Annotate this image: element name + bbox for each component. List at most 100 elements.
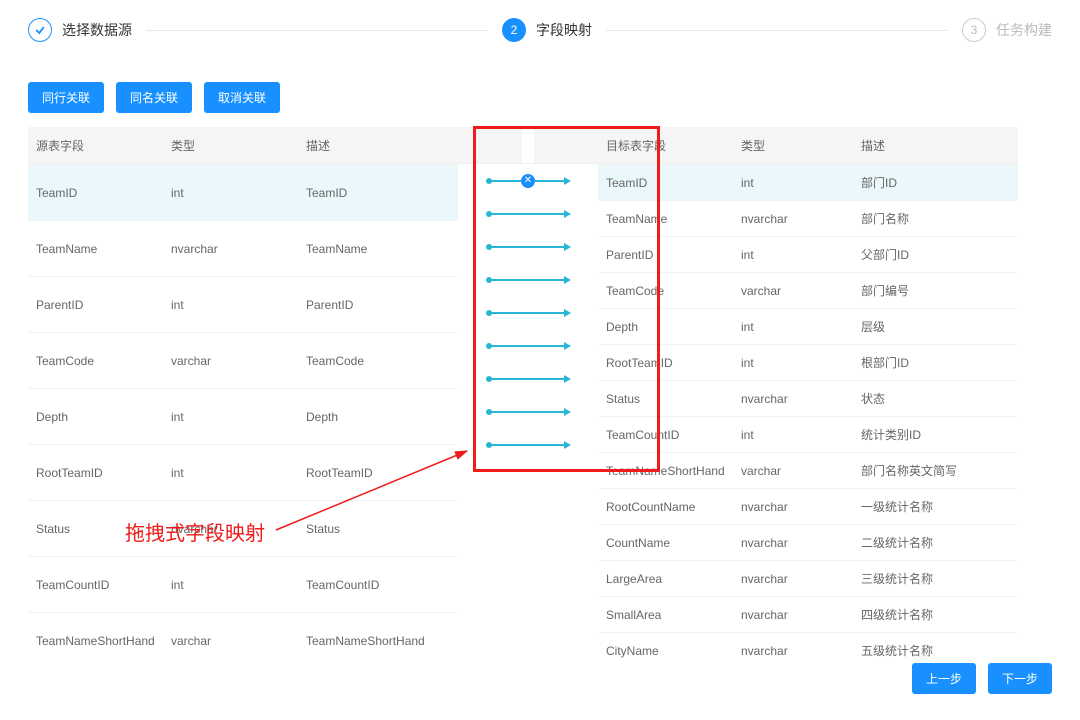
cell-field: Status — [28, 501, 163, 557]
remove-link-icon[interactable]: ✕ — [521, 174, 535, 188]
cell-field: TeamID — [598, 165, 733, 201]
cell-field: Depth — [28, 389, 163, 445]
col-desc: 描述 — [298, 127, 458, 165]
table-row[interactable]: TeamCodevarchar部门编号 — [598, 273, 1018, 309]
table-row[interactable]: TeamNamenvarcharTeamName — [28, 221, 458, 277]
mapping-connector-column: ✕ — [458, 127, 598, 668]
cell-type: int — [163, 557, 298, 613]
cell-type: int — [163, 277, 298, 333]
cell-field: TeamNameShortHand — [28, 613, 163, 668]
mapping-link[interactable] — [458, 230, 598, 263]
cell-type: varchar — [163, 613, 298, 668]
table-row[interactable]: TeamCodevarcharTeamCode — [28, 333, 458, 389]
mapping-link[interactable] — [458, 428, 598, 461]
step-task-build[interactable]: 3 任务构建 — [962, 18, 1052, 42]
table-row[interactable]: TeamIDint部门ID — [598, 165, 1018, 201]
table-row[interactable]: TeamNameShortHandvarchar部门名称英文简写 — [598, 453, 1018, 489]
link-arrow-icon — [489, 246, 567, 248]
col-type: 类型 — [163, 127, 298, 165]
table-row[interactable]: SmallAreanvarchar四级统计名称 — [598, 597, 1018, 633]
mapping-link[interactable] — [458, 296, 598, 329]
link-arrow-icon — [489, 312, 567, 314]
table-row[interactable]: Statusnvarchar状态 — [598, 381, 1018, 417]
link-arrow-icon — [489, 279, 567, 281]
same-name-link-button[interactable]: 同名关联 — [116, 82, 192, 113]
cell-type: int — [163, 389, 298, 445]
table-row[interactable]: ParentIDint父部门ID — [598, 237, 1018, 273]
cell-desc: 根部门ID — [853, 345, 1018, 381]
link-arrow-icon — [489, 411, 567, 413]
table-row[interactable]: CountNamenvarchar二级统计名称 — [598, 525, 1018, 561]
cell-type: varchar — [733, 453, 853, 489]
cell-desc: 部门编号 — [853, 273, 1018, 309]
cell-type: int — [733, 237, 853, 273]
footer-nav: 上一步 下一步 — [912, 663, 1052, 694]
cell-desc: 层级 — [853, 309, 1018, 345]
cell-field: TeamCode — [28, 333, 163, 389]
cell-type: nvarchar — [733, 525, 853, 561]
cell-field: SmallArea — [598, 597, 733, 633]
cell-field: TeamName — [598, 201, 733, 237]
cell-type: nvarchar — [733, 489, 853, 525]
table-row[interactable]: LargeAreanvarchar三级统计名称 — [598, 561, 1018, 597]
action-buttons: 同行关联 同名关联 取消关联 — [28, 82, 1052, 113]
cell-field: RootTeamID — [598, 345, 733, 381]
cell-type: varchar — [733, 273, 853, 309]
cancel-link-button[interactable]: 取消关联 — [204, 82, 280, 113]
table-row[interactable]: RootTeamIDint根部门ID — [598, 345, 1018, 381]
cell-field: TeamName — [28, 221, 163, 277]
same-row-link-button[interactable]: 同行关联 — [28, 82, 104, 113]
cell-desc: TeamCountID — [298, 557, 458, 613]
cell-field: RootTeamID — [28, 445, 163, 501]
cell-field: ParentID — [598, 237, 733, 273]
next-button[interactable]: 下一步 — [988, 663, 1052, 694]
wizard-steps: 选择数据源 2 字段映射 3 任务构建 — [28, 18, 1052, 42]
cell-desc: 部门名称 — [853, 201, 1018, 237]
col-desc: 描述 — [853, 127, 1018, 165]
table-row[interactable]: Depthint层级 — [598, 309, 1018, 345]
table-row[interactable]: TeamCountIDint统计类别ID — [598, 417, 1018, 453]
cell-desc: ParentID — [298, 277, 458, 333]
table-row[interactable]: DepthintDepth — [28, 389, 458, 445]
cell-type: int — [163, 165, 298, 221]
mapping-link[interactable] — [458, 263, 598, 296]
table-row[interactable]: TeamNameShortHandvarcharTeamNameShortHan… — [28, 613, 458, 668]
col-type: 类型 — [733, 127, 853, 165]
step-label: 选择数据源 — [62, 20, 132, 40]
table-row[interactable]: TeamIDintTeamID — [28, 165, 458, 221]
cell-type: int — [733, 345, 853, 381]
link-arrow-icon — [489, 444, 567, 446]
cell-desc: 四级统计名称 — [853, 597, 1018, 633]
cell-field: CityName — [598, 633, 733, 669]
step-datasource[interactable]: 选择数据源 — [28, 18, 132, 42]
cell-desc: TeamName — [298, 221, 458, 277]
cell-field: TeamCountID — [598, 417, 733, 453]
mapping-link[interactable] — [458, 362, 598, 395]
table-row[interactable]: ParentIDintParentID — [28, 277, 458, 333]
step-label: 字段映射 — [536, 20, 592, 40]
mapping-link[interactable]: ✕ — [458, 164, 598, 197]
mapping-link[interactable] — [458, 197, 598, 230]
cell-type: nvarchar — [733, 561, 853, 597]
cell-field: ParentID — [28, 277, 163, 333]
table-row[interactable]: RootCountNamenvarchar一级统计名称 — [598, 489, 1018, 525]
mapping-link[interactable] — [458, 395, 598, 428]
check-icon — [28, 18, 52, 42]
mapping-link[interactable] — [458, 329, 598, 362]
table-row[interactable]: TeamNamenvarchar部门名称 — [598, 201, 1018, 237]
cell-field: TeamCountID — [28, 557, 163, 613]
cell-field: CountName — [598, 525, 733, 561]
link-arrow-icon — [489, 378, 567, 380]
cell-type: nvarchar — [733, 597, 853, 633]
prev-button[interactable]: 上一步 — [912, 663, 976, 694]
step-field-mapping[interactable]: 2 字段映射 — [502, 18, 592, 42]
table-row[interactable]: RootTeamIDintRootTeamID — [28, 445, 458, 501]
cell-type: nvarchar — [733, 381, 853, 417]
cell-type: int — [733, 165, 853, 201]
cell-field: LargeArea — [598, 561, 733, 597]
cell-desc: 父部门ID — [853, 237, 1018, 273]
step-label: 任务构建 — [996, 20, 1052, 40]
cell-field: Status — [598, 381, 733, 417]
table-row[interactable]: TeamCountIDintTeamCountID — [28, 557, 458, 613]
table-row[interactable]: StatusnvarcharStatus — [28, 501, 458, 557]
